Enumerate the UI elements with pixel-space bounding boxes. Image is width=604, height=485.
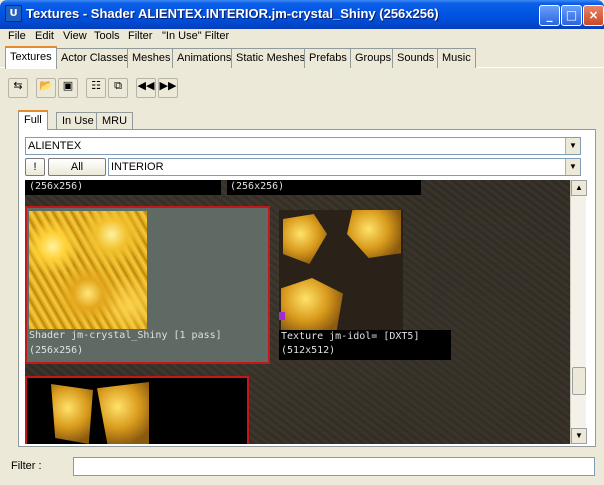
tab-meshes[interactable]: Meshes xyxy=(127,48,176,68)
vertical-scrollbar[interactable]: ▲ ▼ xyxy=(570,180,587,444)
texture-size: (512x512) xyxy=(281,345,336,356)
close-button[interactable]: × xyxy=(583,5,604,26)
menu-in-use-filter[interactable]: "In Use" Filter xyxy=(162,30,229,42)
chevron-down-icon[interactable]: ▼ xyxy=(565,159,580,175)
tab-mru[interactable]: MRU xyxy=(96,112,134,130)
tab-sounds[interactable]: Sounds xyxy=(392,48,440,68)
save-icon[interactable]: ▣ xyxy=(58,78,78,98)
texture-tile-selected[interactable]: Shader jm-crystal_Shiny [1 pass] (256x25… xyxy=(25,206,270,364)
texture-thumbnail[interactable] xyxy=(279,210,403,332)
chevron-down-icon[interactable]: ▼ xyxy=(565,138,580,154)
title-bar[interactable]: U Textures - Shader ALIENTEX.INTERIOR.jm… xyxy=(0,0,604,29)
group-combo[interactable]: INTERIOR ▼ xyxy=(108,158,581,176)
tab-textures[interactable]: Textures xyxy=(5,46,57,69)
previous-icon[interactable]: ◀◀ xyxy=(136,78,156,98)
texture-name: Shader jm-crystal_Shiny [1 pass] xyxy=(29,330,222,341)
scroll-down-icon[interactable]: ▼ xyxy=(571,428,587,444)
toolbar: ⇆ 📂 ▣ ☷ ⧉ ◀◀ ▶▶ xyxy=(6,76,598,102)
filter-input[interactable] xyxy=(73,457,595,476)
menu-file[interactable]: File xyxy=(8,30,26,42)
import-icon[interactable]: ⇆ xyxy=(8,78,28,98)
tab-music[interactable]: Music xyxy=(437,48,476,68)
menu-bar: File Edit View Tools Filter "In Use" Fil… xyxy=(0,29,604,45)
tab-actor-classes[interactable]: Actor Classes xyxy=(56,48,134,68)
tab-in-use[interactable]: In Use xyxy=(56,112,100,130)
texture-viewport[interactable]: (256x256) (256x256) Shader jm-crystal_Sh… xyxy=(25,180,570,444)
menu-view[interactable]: View xyxy=(63,30,87,42)
tab-full[interactable]: Full xyxy=(18,110,48,130)
tile-size-label: (256x256) xyxy=(29,181,84,192)
tab-static-meshes[interactable]: Static Meshes xyxy=(231,48,311,68)
scrollbar-thumb[interactable] xyxy=(572,367,586,395)
tab-groups[interactable]: Groups xyxy=(350,48,397,68)
next-icon[interactable]: ▶▶ xyxy=(158,78,178,98)
package-combo[interactable]: ALIENTEX ▼ xyxy=(25,137,581,155)
texture-thumbnail xyxy=(29,211,147,329)
tile-size-label: (256x256) xyxy=(230,181,285,192)
duplicate-icon[interactable]: ⧉ xyxy=(108,78,128,98)
invert-button[interactable]: ! xyxy=(25,158,45,176)
texture-tile[interactable] xyxy=(25,376,249,444)
texture-name: Texture jm-idol= [DXT5] xyxy=(281,331,420,342)
group-combo-value: INTERIOR xyxy=(111,161,164,173)
menu-filter[interactable]: Filter xyxy=(128,30,152,42)
window-title: Textures - Shader ALIENTEX.INTERIOR.jm-c… xyxy=(26,6,439,21)
textures-browser-window: U Textures - Shader ALIENTEX.INTERIOR.jm… xyxy=(0,0,604,485)
scroll-up-icon[interactable]: ▲ xyxy=(571,180,587,196)
tab-animations[interactable]: Animations xyxy=(172,48,237,68)
texture-size: (256x256) xyxy=(29,345,84,356)
properties-icon[interactable]: ☷ xyxy=(86,78,106,98)
package-combo-value: ALIENTEX xyxy=(28,140,82,152)
unreal-editor-icon: U xyxy=(5,5,22,22)
tab-prefabs[interactable]: Prefabs xyxy=(304,48,352,68)
maximize-button[interactable]: □ xyxy=(561,5,582,26)
menu-edit[interactable]: Edit xyxy=(35,30,54,42)
minimize-button[interactable]: _ xyxy=(539,5,560,26)
view-tabs: Full In Use MRU xyxy=(18,110,598,130)
open-icon[interactable]: 📂 xyxy=(36,78,56,98)
all-groups-button[interactable]: All xyxy=(48,158,106,176)
filter-label: Filter : xyxy=(11,460,42,472)
menu-tools[interactable]: Tools xyxy=(94,30,120,42)
browser-tabs: Textures Actor Classes Meshes Animations… xyxy=(0,46,604,69)
